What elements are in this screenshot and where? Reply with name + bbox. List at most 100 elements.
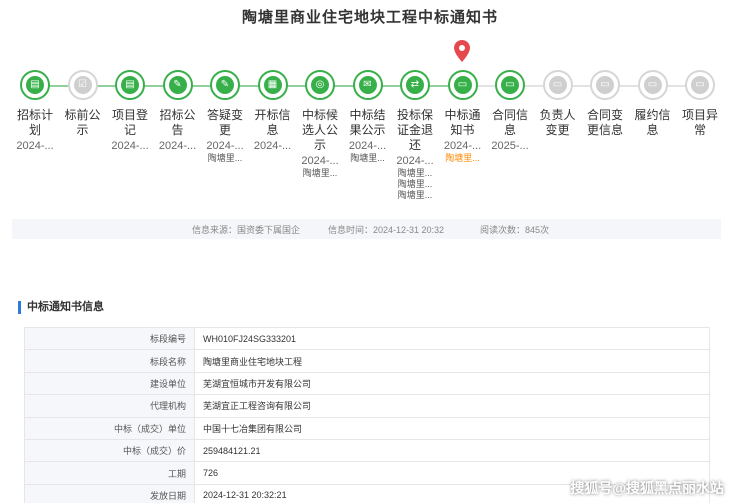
timeline-step[interactable]: ▭ 合同信息 2025-... xyxy=(487,70,533,153)
step-date: 2024-... xyxy=(158,140,197,152)
folder-icon: ▭ xyxy=(596,76,614,94)
step-label: 项目异常 xyxy=(681,108,718,137)
row-value: 芜湖宜正工程咨询有限公司 xyxy=(194,394,710,418)
step-sub-link[interactable]: 陶塘里... xyxy=(392,168,438,179)
table-row: 建设单位 芜湖宜恒城市开发有限公司 xyxy=(24,371,710,396)
info-source: 信息来源：国资委下属国企 xyxy=(192,224,301,235)
step-date: 2025-... xyxy=(491,140,529,152)
step-sub-link[interactable]: 陶塘里... xyxy=(202,153,248,164)
step-circle: ✎ xyxy=(162,70,193,100)
step-date: 2024-... xyxy=(16,140,54,152)
target-icon: ◎ xyxy=(311,76,329,94)
edit-doc-icon: ✎ xyxy=(216,76,234,94)
row-key: 发放日期 xyxy=(24,483,195,503)
step-label: 投标保证金退还 xyxy=(396,108,433,152)
refund-icon: ⇄ xyxy=(406,76,424,94)
folder-icon: ▭ xyxy=(453,76,472,94)
row-key: 中标（成交）单位 xyxy=(24,416,195,440)
timeline-step[interactable]: ▭ 负责人变更 xyxy=(535,70,581,138)
step-date: 2024-... xyxy=(348,140,387,152)
step-sub-link[interactable]: 陶塘里... xyxy=(297,168,343,179)
step-label: 开标信息 xyxy=(254,108,291,137)
row-value: 芜湖宜恒城市开发有限公司 xyxy=(194,371,710,396)
timeline-step[interactable]: ▤ 项目登记 2024-... xyxy=(107,70,153,153)
timeline-step[interactable]: ✉ 中标结果公示 2024-... 陶塘里... xyxy=(345,70,391,164)
step-date: 2024-... xyxy=(396,155,434,167)
box-icon: ▤ xyxy=(121,76,139,94)
step-circle: ▭ xyxy=(590,70,620,100)
table-row: 标段编号 WH010FJ24SG333201 xyxy=(24,326,710,351)
info-time: 信息时间：2024-12-31 20:32 xyxy=(328,224,445,235)
timeline-step[interactable]: ▭ 中标通知书 2024-... 陶塘里... xyxy=(440,70,486,164)
timeline-step[interactable]: ☑ 标前公示 xyxy=(60,70,106,138)
step-circle: ▭ xyxy=(495,70,525,100)
step-circle: ⇄ xyxy=(400,70,430,100)
step-label: 合同信息 xyxy=(491,108,528,137)
step-sub-link[interactable]: 陶塘里... xyxy=(440,153,486,164)
step-date: 2024-... xyxy=(443,140,482,152)
step-circle: ▭ xyxy=(637,70,668,100)
folder-icon: ▭ xyxy=(691,76,709,94)
watermark: 搜狐号@搜狐黑点丽水站 xyxy=(570,480,724,496)
section-title: 中标通知书信息 xyxy=(18,301,104,314)
timeline-step[interactable]: ▦ 开标信息 2024-... xyxy=(250,70,296,153)
step-circle: ▭ xyxy=(685,70,715,100)
table-row: 代理机构 芜湖宜正工程咨询有限公司 xyxy=(24,394,710,418)
table-row: 中标（成交）单位 中国十七冶集团有限公司 xyxy=(24,416,710,440)
timeline-step[interactable]: ▭ 履约信息 xyxy=(630,70,676,138)
step-date: 2024-... xyxy=(111,140,149,152)
step-label: 招标公告 xyxy=(159,108,196,137)
step-label: 中标结果公示 xyxy=(349,108,386,137)
step-sub-link[interactable]: 陶塘里... xyxy=(392,179,438,190)
step-label: 项目登记 xyxy=(111,108,148,137)
checklist-icon: ☑ xyxy=(73,76,92,94)
timeline-step[interactable]: ✎ 招标公告 2024-... xyxy=(155,70,201,153)
step-circle: ▭ xyxy=(447,70,478,100)
timeline-step[interactable]: ✎ 答疑变更 2024-... 陶塘里... xyxy=(202,70,248,164)
step-circle: ▭ xyxy=(542,70,573,100)
row-value: 中国十七冶集团有限公司 xyxy=(194,416,710,440)
step-circle: ✎ xyxy=(210,70,240,100)
step-label: 负责人变更 xyxy=(539,108,576,137)
step-date: 2024-... xyxy=(206,140,244,152)
box-icon: ▤ xyxy=(26,76,44,94)
timeline-step[interactable]: ◎ 中标候选人公示 2024-... 陶塘里... xyxy=(297,70,343,179)
row-key: 标段编号 xyxy=(24,326,195,351)
calendar-icon: ▦ xyxy=(263,76,282,94)
folder-icon: ▭ xyxy=(501,76,519,94)
timeline-step[interactable]: ▭ 项目异常 xyxy=(677,70,723,138)
timeline-step[interactable]: ▭ 合同变更信息 xyxy=(582,70,628,138)
info-views: 阅读次数：845次 xyxy=(480,224,550,235)
timeline-step[interactable]: ▤ 招标计划 2024-... xyxy=(12,70,58,153)
folder-icon: ▭ xyxy=(643,76,662,94)
step-circle: ☑ xyxy=(67,70,98,100)
row-key: 中标（成交）价 xyxy=(24,438,195,463)
step-date: 2024-... xyxy=(253,140,292,152)
folder-icon: ▭ xyxy=(548,76,567,94)
step-circle: ▤ xyxy=(115,70,145,100)
location-pin-icon xyxy=(454,40,470,62)
step-label: 答疑变更 xyxy=(206,108,243,137)
step-circle: ▤ xyxy=(20,70,50,100)
certificate-icon: ✉ xyxy=(358,76,377,94)
timeline-step[interactable]: ⇄ 投标保证金退还 2024-... 陶塘里... 陶塘里... 陶塘里... xyxy=(392,70,438,201)
row-key: 代理机构 xyxy=(24,394,195,418)
step-label: 合同变更信息 xyxy=(586,108,623,137)
step-label: 履约信息 xyxy=(634,108,671,137)
step-circle: ◎ xyxy=(305,70,335,100)
step-date: 2024-... xyxy=(301,155,339,167)
edit-doc-icon: ✎ xyxy=(168,76,187,94)
row-key: 标段名称 xyxy=(24,349,195,373)
step-sub-link[interactable]: 陶塘里... xyxy=(392,190,438,201)
row-key: 工期 xyxy=(24,461,195,485)
step-label: 中标通知书 xyxy=(444,108,481,137)
step-circle: ▦ xyxy=(257,70,288,100)
info-bar: 信息来源：国资委下属国企 信息时间：2024-12-31 20:32 阅读次数：… xyxy=(12,219,721,239)
step-label: 标前公示 xyxy=(64,108,101,137)
page-title: 陶塘里商业住宅地块工程中标通知书 xyxy=(241,9,498,26)
row-value: WH010FJ24SG333201 xyxy=(194,326,710,351)
step-sub-link[interactable]: 陶塘里... xyxy=(345,153,391,164)
table-row: 中标（成交）价 259484121.21 xyxy=(24,438,710,463)
row-value: 259484121.21 xyxy=(194,438,710,463)
detail-table: 标段编号 WH010FJ24SG333201 标段名称 陶塘里商业住宅地块工程 建设单位… xyxy=(24,326,710,503)
